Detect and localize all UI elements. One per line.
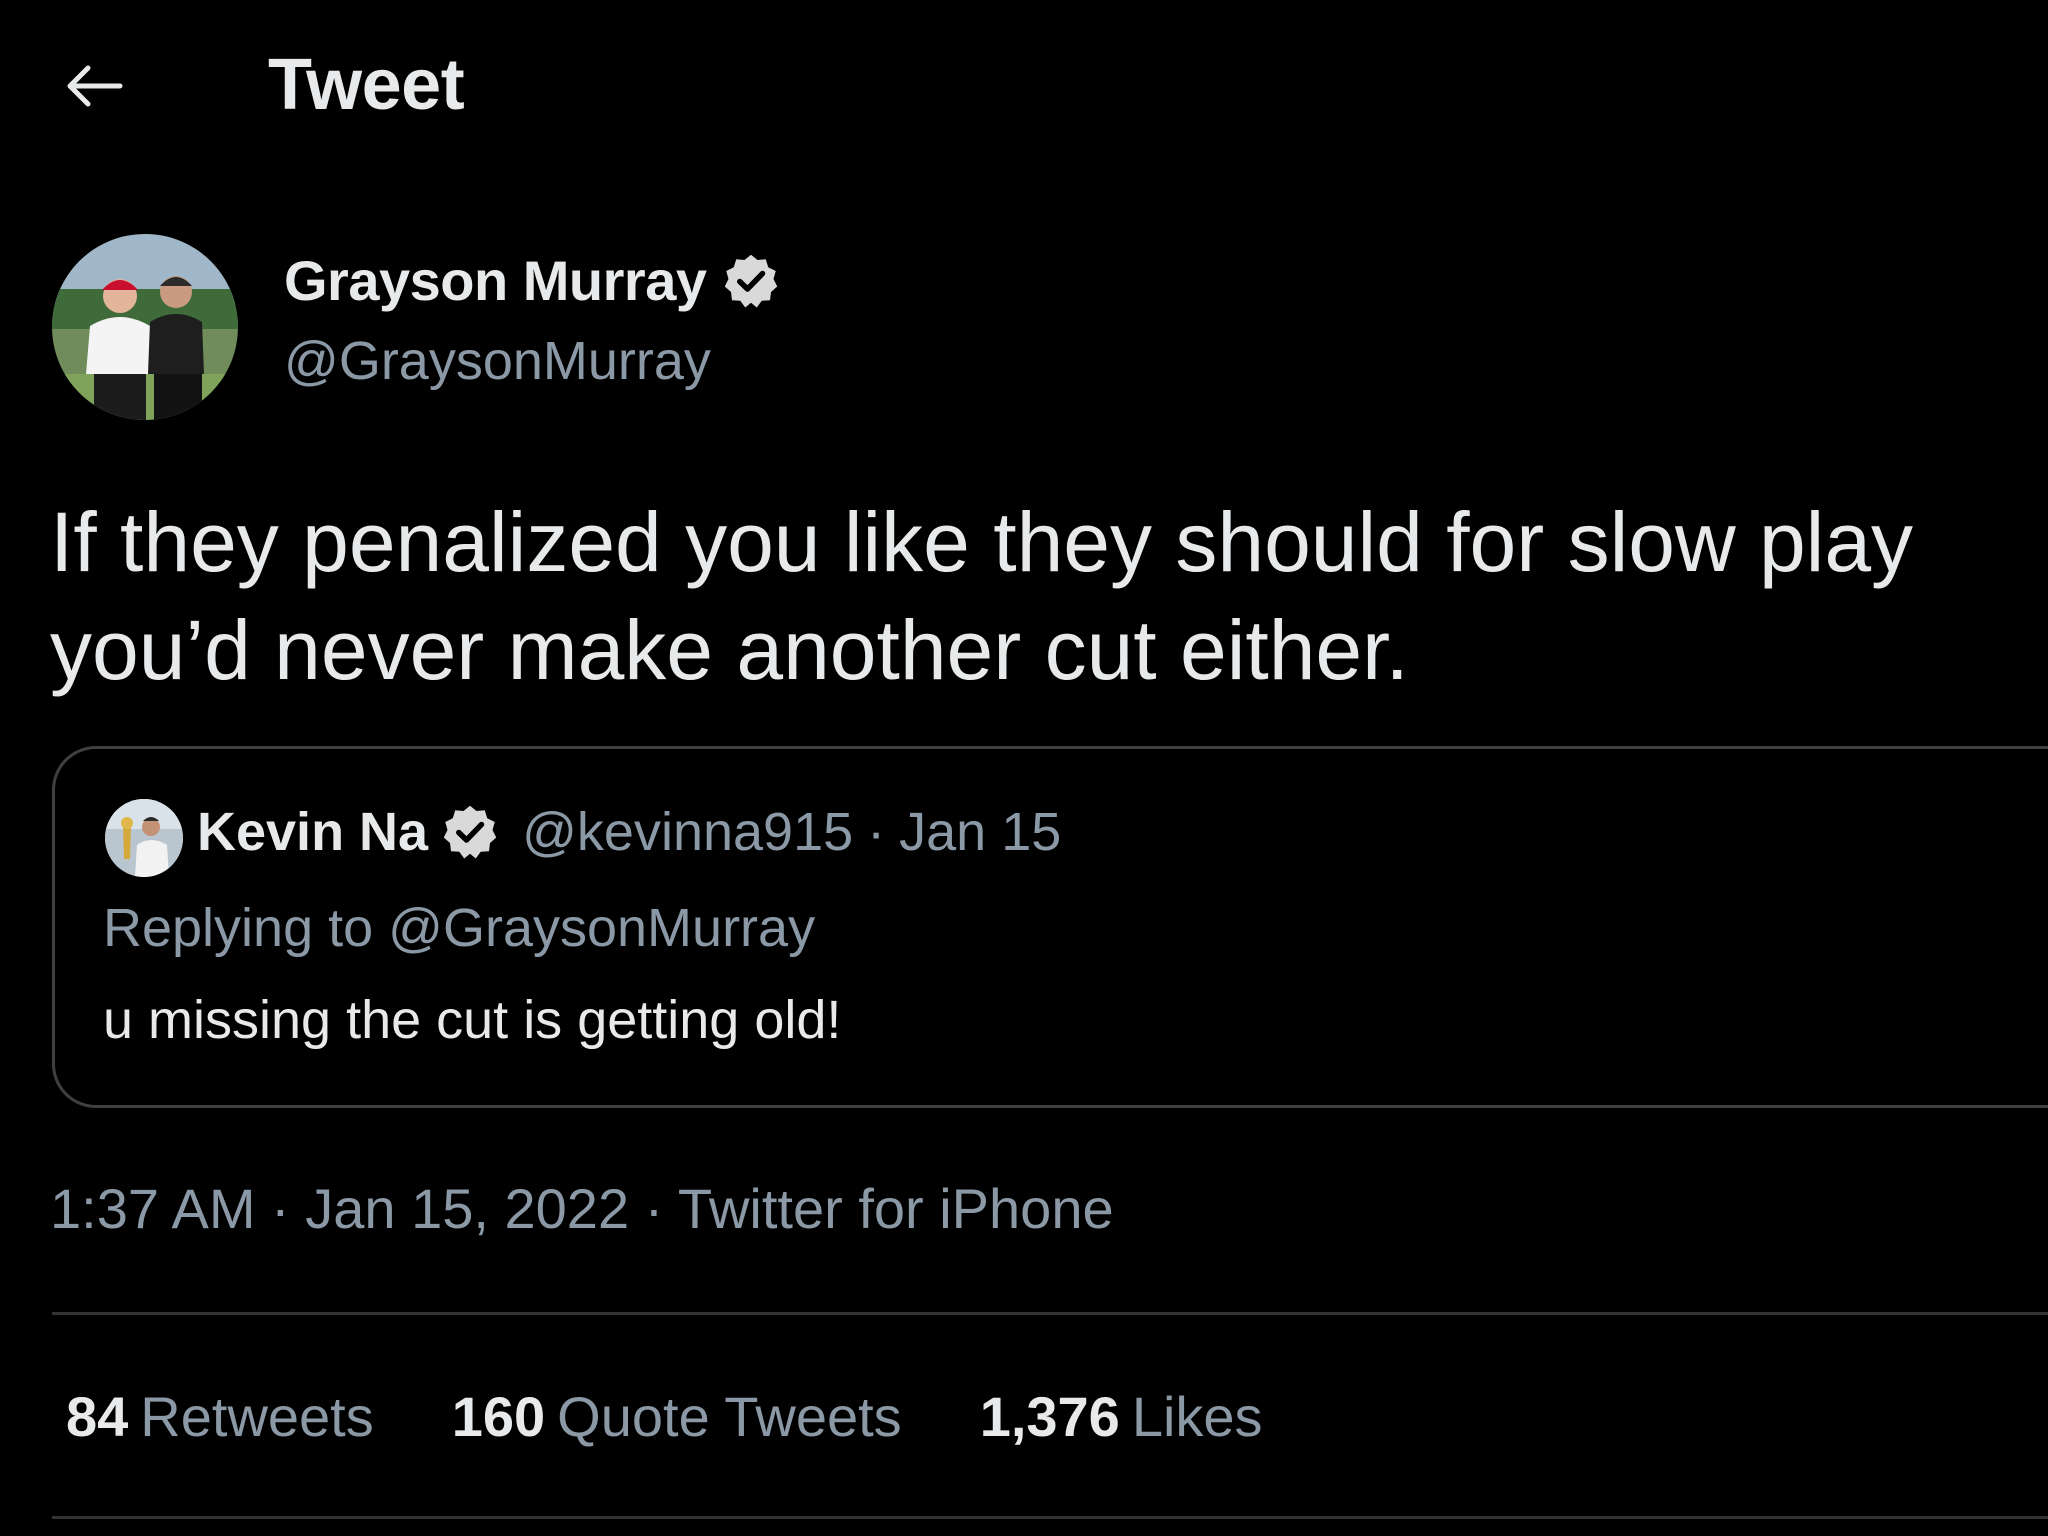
retweets-label: Retweets (140, 1385, 374, 1448)
tweet-meta: 1:37 AM · Jan 15, 2022 · Twitter for iPh… (50, 1176, 1114, 1241)
retweets-count: 84 (66, 1385, 129, 1448)
quoted-author-handle: @kevinna915 (522, 802, 854, 862)
quoted-avatar-photo (105, 799, 183, 877)
divider (52, 1312, 2048, 1315)
separator-dot: · (644, 1177, 664, 1240)
tweet-date[interactable]: Jan 15, 2022 (305, 1177, 629, 1240)
likes-count: 1,376 (979, 1385, 1120, 1448)
avatar-photo (52, 234, 238, 420)
author-name-row[interactable]: Grayson Murray (284, 248, 781, 313)
quoted-tweet-header: Kevin Na @kevinna915 · Jan 15 (197, 801, 1061, 863)
retweets-stat[interactable]: 84 Retweets (66, 1384, 374, 1449)
top-header: Tweet (0, 0, 2048, 170)
tweet-text: If they penalized you like they should f… (50, 495, 1937, 697)
author-handle[interactable]: @GraysonMurray (284, 330, 711, 392)
quote-tweets-label: Quote Tweets (557, 1385, 902, 1448)
author-name: Grayson Murray (284, 249, 707, 312)
likes-stat[interactable]: 1,376 Likes (980, 1384, 1263, 1449)
arrow-left-icon (67, 65, 123, 107)
quoted-tweet-date: Jan 15 (899, 802, 1062, 862)
quoted-tweet-card[interactable]: Kevin Na @kevinna915 · Jan 15 Replying t… (52, 746, 2048, 1108)
quoted-author-name: Kevin Na (197, 802, 429, 862)
separator-dot: · (271, 1177, 290, 1240)
quoted-tweet-text: u missing the cut is getting old! (103, 990, 842, 1050)
quote-tweets-count: 160 (451, 1385, 546, 1448)
verified-badge-icon (443, 805, 497, 859)
tweet-source[interactable]: Twitter for iPhone (678, 1177, 1114, 1240)
tweet-time[interactable]: 1:37 AM (50, 1177, 255, 1240)
separator-dot: · (867, 802, 886, 862)
back-button[interactable] (56, 48, 132, 124)
likes-label: Likes (1131, 1385, 1263, 1448)
quoted-author-avatar (105, 799, 183, 877)
verified-badge-icon (724, 254, 777, 307)
page-title: Tweet (268, 45, 465, 125)
divider (52, 1516, 2048, 1519)
quote-tweets-stat[interactable]: 160 Quote Tweets (452, 1384, 902, 1449)
engagement-stats: 84 Retweets 160 Quote Tweets 1,376 Likes (66, 1384, 1341, 1449)
reply-context: Replying to @GraysonMurray (103, 898, 816, 958)
author-avatar[interactable] (52, 234, 238, 420)
